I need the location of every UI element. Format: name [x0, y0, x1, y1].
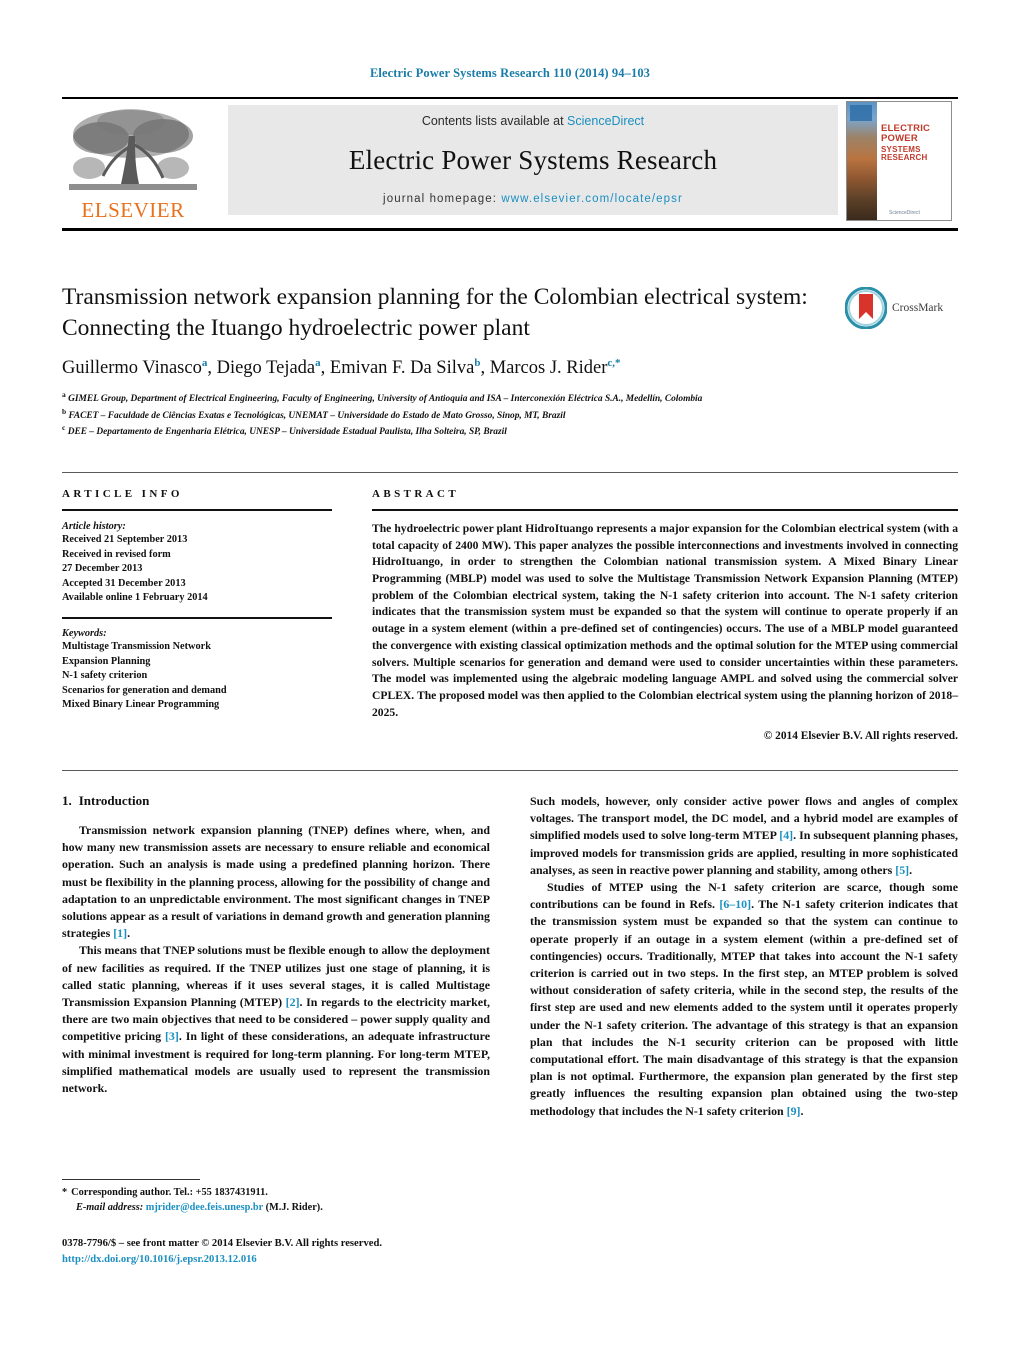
affiliation-text: GIMEL Group, Department of Electrical En…	[68, 394, 703, 405]
page-title: Transmission network expansion planning …	[62, 284, 808, 341]
email-label: E-mail address:	[76, 1201, 144, 1213]
article-title-block: Transmission network expansion planning …	[62, 282, 832, 440]
elsevier-logo: ELSEVIER	[62, 103, 204, 221]
history-line: Received 21 September 2013	[62, 534, 188, 545]
section-number: 1.	[62, 793, 72, 808]
author-affil-marker[interactable]: c,*	[607, 357, 620, 369]
crossmark-label: CrossMark	[892, 302, 944, 314]
keyword-item: Mixed Binary Linear Programming	[62, 699, 220, 711]
affiliation-list: a GIMEL Group, Department of Electrical …	[62, 390, 832, 439]
history-line: 27 December 2013	[62, 563, 143, 575]
author-affil-marker[interactable]: a	[315, 357, 321, 369]
contents-prefix: Contents lists available at	[421, 114, 568, 128]
info-section-top-rule	[62, 472, 958, 473]
journal-title: Electric Power Systems Research	[348, 145, 718, 175]
article-info-label: ARTICLE INFO	[62, 488, 183, 500]
affiliation-marker: b	[62, 406, 67, 416]
abstract-column: ABSTRACT The hydroelectric power plant H…	[372, 488, 958, 742]
abstract-text: The hydroelectric power plant HidroItuan…	[372, 522, 958, 719]
affiliation-marker: c	[62, 423, 66, 433]
corresponding-author-text: Corresponding author. Tel.: +55 18374319…	[71, 1187, 268, 1198]
footnote-rule	[62, 1179, 200, 1180]
affiliation-marker: a	[62, 390, 66, 400]
affiliation-text: DEE – Departamento de Engenharia Elétric…	[67, 427, 507, 438]
masthead-top-rule	[62, 97, 958, 99]
keywords-title: Keywords:	[62, 628, 107, 640]
paragraph: This means that TNEP solutions must be f…	[62, 943, 491, 1096]
affiliation-item: c DEE – Departamento de Engenharia Elétr…	[62, 423, 832, 439]
paragraph: Transmission network expansion planning …	[62, 823, 490, 941]
email-owner: (M.J. Rider).	[265, 1201, 323, 1213]
imprint-block: 0378-7796/$ – see front matter © 2014 El…	[62, 1236, 542, 1268]
article-history-title: Article history:	[62, 521, 126, 532]
issn-copyright-line: 0378-7796/$ – see front matter © 2014 El…	[62, 1238, 382, 1249]
article-info-column: ARTICLE INFO Article history: Received 2…	[62, 488, 332, 713]
info-section-bottom-rule	[62, 770, 958, 771]
cover-footer-text: ScienceDirect	[889, 210, 920, 216]
keyword-item: Expansion Planning	[62, 655, 151, 667]
cover-publisher-mark	[850, 105, 872, 121]
author-affil-marker[interactable]: b	[474, 357, 480, 369]
author-name: Emivan F. Da Silva	[329, 358, 475, 379]
elsevier-tree-icon	[65, 106, 201, 198]
keywords-divider	[62, 617, 332, 620]
abstract-label: ABSTRACT	[372, 488, 460, 500]
section-title: Introduction	[78, 793, 150, 808]
elsevier-wordmark: ELSEVIER	[81, 198, 185, 222]
corresponding-author-footnote: * Corresponding author. Tel.: +55 1837431…	[62, 1186, 492, 1216]
crossmark-icon	[844, 286, 888, 330]
journal-masthead: ELSEVIER Contents lists available at Sci…	[62, 97, 958, 231]
journal-cover-thumbnail: ELECTRIC POWER SYSTEMS RESEARCH ScienceD…	[846, 101, 952, 221]
running-head: Electric Power Systems Research 110 (201…	[369, 66, 651, 80]
masthead-panel: Contents lists available at ScienceDirec…	[228, 105, 838, 215]
history-line: Available online 1 February 2014	[62, 592, 208, 604]
copyright-line: © 2014 Elsevier B.V. All rights reserved…	[763, 730, 958, 743]
cover-title-line1: ELECTRIC POWER	[881, 123, 931, 144]
author-name: Diego Tejada	[216, 358, 316, 379]
paragraph: Such models, however, only consider acti…	[530, 794, 958, 877]
keyword-item: Scenarios for generation and demand	[62, 684, 227, 696]
footnote-line: * Corresponding author. Tel.: +55 1837431…	[62, 1186, 492, 1201]
homepage-prefix: journal homepage:	[383, 193, 502, 205]
body-column-right: Such models, however, only consider acti…	[530, 793, 958, 1223]
email-link[interactable]: mjrider@dee.feis.unesp.br	[146, 1202, 263, 1213]
footnote-star-marker: *	[62, 1187, 68, 1198]
crossmark-badge[interactable]: CrossMark	[844, 285, 951, 331]
affiliation-item: a GIMEL Group, Department of Electrical …	[62, 390, 832, 406]
contents-list-line: Contents lists available at ScienceDirec…	[422, 114, 644, 128]
journal-homepage-line: journal homepage: www.elsevier.com/locat…	[383, 193, 683, 205]
section-heading-introduction: 1. Introduction	[62, 793, 490, 809]
author-list: Guillermo Vinascoa, Diego Tejadaa, Emiva…	[62, 357, 621, 379]
cover-title-line2: SYSTEMS RESEARCH	[881, 145, 928, 163]
affiliation-text: FACET – Faculdade de Ciências Exatas e T…	[68, 410, 566, 421]
paper-page: Electric Power Systems Research 110 (201…	[0, 0, 1020, 1351]
author-name: Marcos J. Rider	[489, 358, 608, 379]
affiliation-item: b FACET – Faculdade de Ciências Exatas e…	[62, 407, 832, 423]
sciencedirect-link[interactable]: ScienceDirect	[567, 114, 644, 128]
abstract-rule	[372, 509, 958, 511]
article-info-rule	[62, 509, 332, 511]
doi-link[interactable]: http://dx.doi.org/10.1016/j.epsr.2013.12…	[62, 1252, 542, 1268]
footnote-email-line: E-mail address: mjrider@dee.feis.unesp.b…	[62, 1201, 492, 1216]
masthead-bottom-rule	[62, 228, 958, 231]
body-columns: 1. Introduction Transmission network expa…	[62, 793, 958, 1223]
keyword-item: N-1 safety criterion	[62, 670, 148, 682]
author-affil-marker[interactable]: a	[202, 357, 208, 369]
body-column-left: 1. Introduction Transmission network expa…	[62, 793, 490, 1223]
paragraph: Studies of MTEP using the N-1 safety cri…	[530, 880, 958, 1118]
history-line: Accepted 31 December 2013	[62, 577, 186, 589]
author-name: Guillermo Vinasco	[62, 358, 202, 379]
keyword-item: Multistage Transmission Network	[62, 641, 211, 653]
journal-homepage-link[interactable]: www.elsevier.com/locate/epsr	[501, 193, 683, 205]
history-line: Received in revised form	[62, 548, 171, 560]
